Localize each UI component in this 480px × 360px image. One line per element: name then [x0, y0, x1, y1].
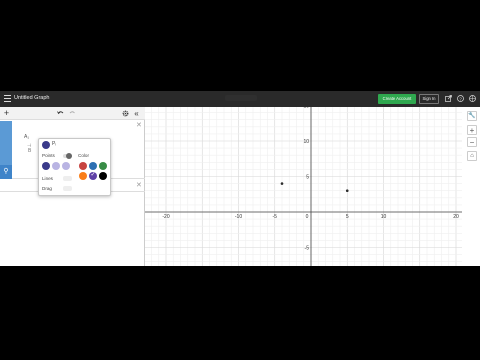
color-swatch-purple[interactable] [89, 171, 97, 180]
expression-panel: + « ⚲ A₁ ⊣ B ✕ ✕ Pᵢ Points Color ✓ Lines… [0, 107, 145, 266]
zoom-icon[interactable]: ⚲ [0, 165, 12, 179]
x-tick-label: 5 [346, 214, 349, 220]
graph-canvas[interactable]: -20-10-505102015105-5-10 [145, 107, 462, 266]
graph-title[interactable]: Untitled Graph [14, 95, 49, 101]
data-point [345, 189, 349, 192]
expression-label: A₁ [24, 134, 30, 140]
graph-tools: 🔧 + − ⌂ [463, 107, 480, 266]
double-chevron-left-icon[interactable]: « [133, 110, 140, 118]
x-tick-label: 10 [381, 214, 387, 220]
x-tick-label: 20 [453, 214, 459, 220]
gear-icon[interactable] [122, 110, 129, 117]
color-swatch-orange[interactable] [79, 172, 87, 180]
help-icon[interactable]: ? [457, 95, 464, 102]
x-tick-label: 0 [306, 214, 309, 220]
desmos-app: Untitled Graph Create Account Sign In ? … [0, 91, 480, 266]
lines-toggle[interactable] [63, 176, 72, 181]
close-icon[interactable]: ✕ [136, 181, 142, 189]
wrench-icon[interactable]: 🔧 [467, 111, 477, 121]
drag-toggle[interactable] [63, 186, 72, 191]
x-tick-label: -5 [273, 214, 278, 220]
points-toggle[interactable] [63, 153, 72, 159]
close-icon[interactable]: ✕ [136, 121, 142, 129]
label-icon[interactable]: Pᵢ [52, 141, 56, 147]
style-popup: Pᵢ Points Color Lines Drag [38, 138, 111, 196]
undo-icon[interactable] [57, 110, 64, 117]
x-tick-label: -20 [162, 214, 169, 220]
share-icon[interactable] [445, 95, 452, 102]
menu-icon[interactable] [4, 95, 11, 102]
home-icon[interactable]: ⌂ [467, 151, 477, 161]
x-tick-label: -10 [235, 214, 242, 220]
y-tick-label: -5 [305, 245, 310, 251]
color-swatch-green[interactable] [99, 162, 107, 170]
sign-in-button[interactable]: Sign In [419, 94, 439, 104]
lines-label: Lines [42, 176, 53, 181]
y-tick-label: 5 [306, 174, 309, 180]
redo-icon[interactable] [69, 110, 76, 117]
data-point [280, 182, 284, 185]
panel-toolbar: + « [0, 107, 145, 120]
color-label: Color [78, 153, 89, 158]
color-swatch-black[interactable] [99, 172, 107, 180]
point-style-filled[interactable] [42, 162, 50, 170]
point-style-cross[interactable] [62, 162, 70, 170]
color-swatch-red[interactable] [79, 162, 87, 170]
graph-paper[interactable]: -20-10-505102015105-5-10 [145, 107, 462, 266]
create-account-button[interactable]: Create Account [378, 94, 416, 104]
points-label: Points [42, 153, 55, 158]
top-bar: Untitled Graph Create Account Sign In ? [0, 91, 480, 107]
hidden-toggle-icon[interactable] [42, 141, 50, 149]
svg-text:?: ? [459, 96, 462, 101]
zoom-in-icon[interactable]: + [467, 125, 477, 135]
drag-label: Drag [42, 186, 52, 191]
zoom-out-icon[interactable]: − [467, 137, 477, 147]
expression-sub: B [28, 148, 32, 154]
plus-icon[interactable]: + [3, 109, 10, 118]
point-style-open[interactable] [52, 162, 60, 170]
y-tick-label: 15 [303, 107, 309, 109]
color-swatch-blue[interactable] [89, 162, 97, 170]
language-icon[interactable] [469, 95, 476, 102]
desmos-logo [225, 95, 257, 101]
y-tick-label: 10 [303, 139, 309, 145]
